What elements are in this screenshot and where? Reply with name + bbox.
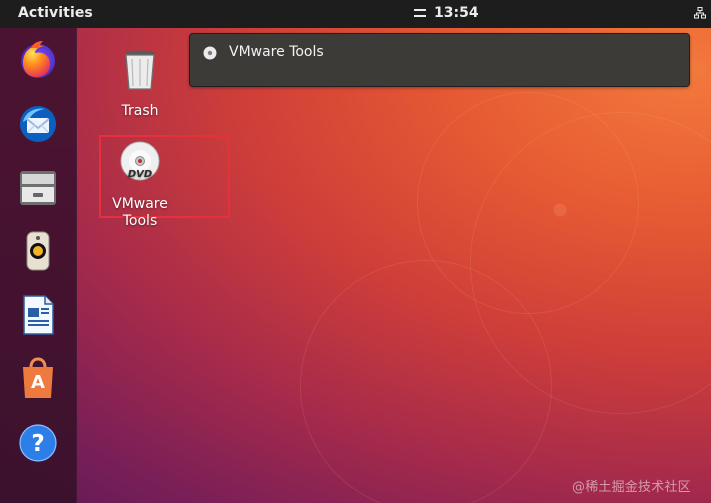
dock-libreoffice-writer[interactable]	[12, 289, 64, 341]
dock-rhythmbox[interactable]	[12, 225, 64, 277]
dock-help[interactable]: ?	[12, 417, 64, 469]
dock-thunderbird[interactable]	[12, 98, 64, 150]
network-icon[interactable]	[694, 7, 706, 19]
disc-icon	[203, 46, 217, 60]
activities-button[interactable]: Activities	[18, 5, 93, 21]
svg-text:A: A	[31, 372, 45, 393]
rhythmbox-icon	[26, 231, 50, 271]
firefox-icon	[21, 41, 55, 78]
svg-text:DVD: DVD	[128, 169, 152, 180]
clock-area[interactable]: 13:54	[414, 5, 479, 21]
background-arc-3	[300, 260, 552, 503]
watermark-text: @稀土掘金技术社区	[572, 480, 691, 495]
calendar-icon	[414, 8, 426, 18]
dvd-icon: DVD	[120, 141, 160, 181]
vmware-tools-label-line1: VMware	[112, 196, 168, 212]
trash-art	[116, 47, 164, 99]
vmware-tools-art: DVD	[116, 140, 164, 192]
top-panel: Activities 13:54	[0, 0, 711, 28]
volume-notification[interactable]: VMware Tools	[189, 33, 690, 87]
thunderbird-icon	[20, 106, 56, 142]
dock-files[interactable]	[12, 162, 64, 214]
trash-icon	[125, 50, 155, 90]
vmware-tools-label-line2: Tools	[122, 213, 158, 229]
dock-firefox[interactable]	[12, 35, 64, 87]
notification-label: VMware Tools	[229, 44, 324, 60]
libreoffice-writer-icon	[23, 295, 54, 335]
svg-text:?: ?	[31, 431, 44, 457]
ubuntu-desktop: Activities 13:54 A ? Trash DVD VMware To…	[0, 0, 711, 503]
clock-time: 13:54	[434, 5, 479, 21]
files-icon	[20, 171, 56, 205]
trash-desktop-icon[interactable]: Trash	[92, 47, 188, 120]
software-center-icon: A	[23, 357, 53, 398]
trash-label: Trash	[121, 103, 159, 119]
vmware-tools-desktop-icon[interactable]: DVD VMware Tools	[92, 140, 188, 230]
help-icon: ?	[19, 424, 57, 462]
dock: A ?	[0, 28, 77, 503]
dock-software-center[interactable]: A	[12, 353, 64, 405]
